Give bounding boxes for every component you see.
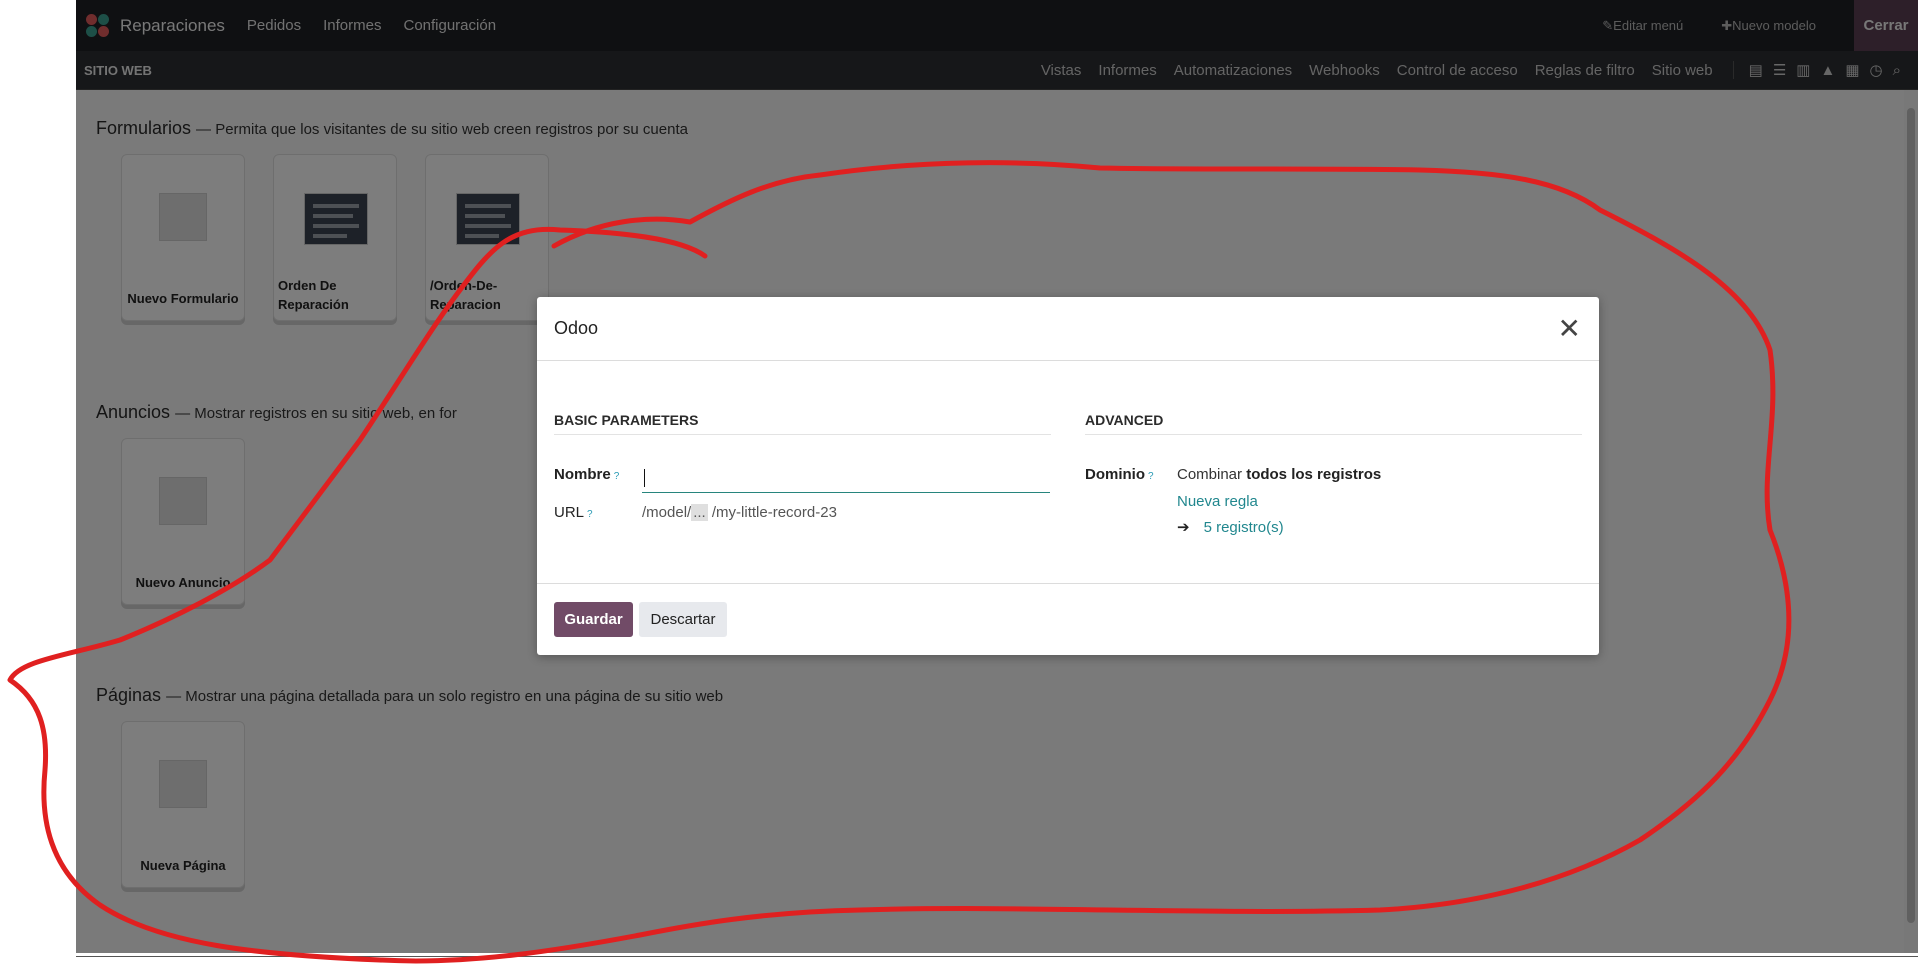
advanced-column: ADVANCED Dominio? Combinar todos los reg… <box>1085 412 1582 536</box>
new-rule-link[interactable]: Nueva regla <box>1177 493 1258 510</box>
advanced-heading: ADVANCED <box>1085 412 1582 435</box>
help-icon[interactable]: ? <box>1148 471 1154 482</box>
url-value: /model/... /my-little-record-23 <box>642 504 837 521</box>
basic-parameters-heading: BASIC PARAMETERS <box>554 412 1051 435</box>
help-icon[interactable]: ? <box>614 471 620 482</box>
url-model-placeholder[interactable]: ... <box>691 504 708 521</box>
discard-button[interactable]: Descartar <box>639 602 727 637</box>
url-label: URL <box>554 504 585 521</box>
domain-summary: Combinar todos los registros <box>1177 466 1382 483</box>
arrow-right-icon: ➔ <box>1177 519 1190 536</box>
close-icon[interactable]: ✕ <box>1558 314 1581 343</box>
domain-row: Dominio? <box>1085 466 1154 483</box>
help-icon[interactable]: ? <box>587 509 593 520</box>
records-link[interactable]: ➔ 5 registro(s) <box>1177 518 1284 536</box>
dialog-title: Odoo <box>554 318 599 338</box>
app-window: Reparaciones Pedidos Informes Configurac… <box>76 0 1918 953</box>
name-row: Nombre? <box>554 466 1051 493</box>
new-website-record-dialog: Odoo ✕ BASIC PARAMETERS Nombre? URL? /mo… <box>537 297 1599 655</box>
name-label: Nombre <box>554 466 611 483</box>
basic-parameters-column: BASIC PARAMETERS Nombre? URL? /model/...… <box>554 412 1051 521</box>
dialog-header: Odoo ✕ <box>537 297 1599 361</box>
url-row: URL? <box>554 504 593 521</box>
name-input[interactable] <box>642 466 1050 493</box>
dialog-footer: Guardar Descartar <box>537 583 1599 656</box>
domain-label: Dominio <box>1085 466 1145 483</box>
window-bottom-border <box>76 956 1918 957</box>
text-caret <box>644 469 645 487</box>
save-button[interactable]: Guardar <box>554 602 633 637</box>
